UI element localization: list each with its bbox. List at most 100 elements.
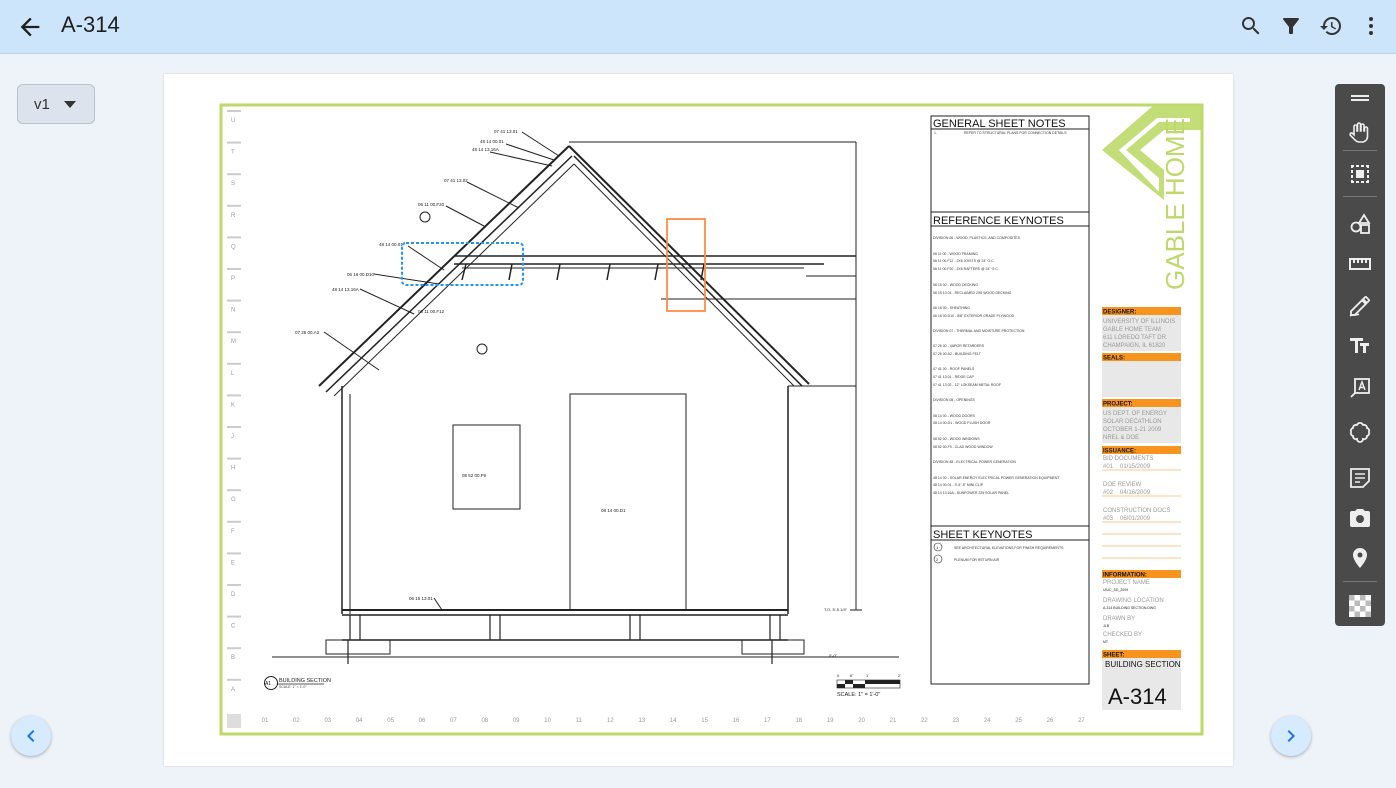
row-label: F — [231, 529, 235, 535]
row-label: R — [231, 213, 236, 219]
drag-handle-icon[interactable] — [1348, 86, 1372, 110]
row-tick — [227, 362, 241, 365]
next-page-button[interactable] — [1271, 716, 1311, 756]
row-label: N — [231, 308, 235, 314]
keynote-item: 06 16 00.D10 - 5/8" EXTERIOR GRADE PLYWO… — [933, 314, 1015, 318]
col-label: 05 — [387, 718, 394, 724]
drawing-canvas: UTSRQPNMLKJHGFEDCBA 01 02 03 04 05 06 07 08 09 10… — [219, 103, 1204, 736]
version-select[interactable]: v1 — [17, 84, 95, 124]
row-label: P — [231, 276, 235, 282]
row-ruler: U T S R Q P N M L K J H G F E D C B A — [227, 110, 241, 693]
row-tick — [227, 331, 241, 334]
row-tick — [227, 489, 241, 492]
keynote-item: 07 41 13.01 - RIDGE CAP — [933, 375, 975, 379]
project-line-2: SOLAR DECATHLON — [1103, 419, 1162, 425]
pen-icon[interactable] — [1348, 294, 1372, 318]
callout-label: 48 14 13.16A — [472, 147, 499, 152]
row-label: B — [231, 655, 235, 661]
text-icon[interactable] — [1348, 334, 1372, 358]
scale-tick-0: 0 — [837, 673, 840, 678]
designer-line-4: CHAMPAIGN, IL 61820 — [1103, 343, 1166, 349]
keynote-list: DIVISION 06 - WOOD, PLASTICS, AND COMPOS… — [933, 236, 1060, 495]
keynote-item: 08 14 00.D1 - WOOD FLUSH DOOR — [933, 421, 991, 425]
project-line-3: OCTOBER 1-21 2009 — [1103, 427, 1162, 433]
issuance-2-num: #02 — [1103, 490, 1114, 496]
pan-hand-icon[interactable] — [1348, 120, 1372, 144]
row-label: T — [231, 150, 235, 156]
project-line-4: NREL & DOE — [1103, 435, 1139, 441]
callout-labels: 07 41 13.01 48 14 00.01 48 14 13.16A 07 41 … — [295, 129, 518, 335]
section-title: BUILDING SECTION — [279, 678, 331, 684]
designer-line-2: GABLE HOME TEAM — [1103, 327, 1161, 333]
keynote-item: DIVISION 08 - OPENINGS — [933, 398, 975, 402]
row-label: A — [231, 687, 235, 693]
general-note-number: 1. — [934, 131, 937, 135]
row-tick — [227, 299, 241, 302]
issuance-1-date: 01/15/2009 — [1120, 464, 1151, 470]
keynote-item: 08 14 00 - WOOD DOORS — [933, 414, 975, 418]
filter-icon[interactable] — [1279, 14, 1303, 38]
general-notes-title: GENERAL SHEET NOTES — [933, 118, 1066, 130]
designer-label: DESIGNER: — [1103, 310, 1136, 316]
camera-icon[interactable] — [1348, 506, 1372, 530]
sheet-keynote-2: PLENUM FOR RETURN AIR — [954, 558, 1000, 562]
issuance-3-name: CONSTRUCTION DOCS — [1103, 508, 1170, 514]
keynote-item: 07 26 00 - VAPOR RETARDERS — [933, 344, 985, 348]
col-label: 14 — [670, 718, 677, 724]
back-arrow-icon[interactable] — [16, 13, 44, 41]
keynote-item: 06 16 00 - SHEATHING — [933, 306, 970, 310]
previous-page-button[interactable] — [11, 716, 51, 756]
callout-label: 06 11 00.F12 — [418, 309, 445, 314]
note-icon[interactable] — [1348, 466, 1372, 490]
col-label: 20 — [858, 718, 865, 724]
keynote-item: 07 41 00 - ROOF PANELS — [933, 367, 975, 371]
keynote-item: DIVISION 48 - ELECTRICAL POWER GENERATIO… — [933, 460, 1016, 464]
keynote-item: 06 15 13.01 - RECLAIMED 2X6 WOOD DECKING — [933, 291, 1012, 295]
col-label: 24 — [984, 718, 991, 724]
search-icon[interactable] — [1239, 14, 1263, 38]
scale-tick-2: 1' — [866, 673, 869, 678]
row-tick — [227, 615, 241, 618]
more-vert-icon[interactable] — [1359, 14, 1383, 38]
select-area-icon[interactable] — [1348, 162, 1372, 186]
row-label: U — [231, 118, 235, 124]
rectangle-markup[interactable] — [666, 218, 706, 312]
transparency-icon[interactable] — [1348, 594, 1372, 618]
keynote-item: 07 26 00.A2 - BUILDING FELT — [933, 352, 982, 356]
info-project-name-label: PROJECT NAME — [1103, 580, 1150, 586]
shapes-icon[interactable] — [1348, 212, 1372, 236]
row-tick — [227, 552, 241, 555]
info-checked-by: MT — [1103, 640, 1109, 644]
row-tick — [227, 678, 241, 681]
sheet-keynote-number-2: 2 — [936, 557, 939, 562]
col-ruler: 01 02 03 04 05 06 07 08 09 10 11 12 13 14 15 16 17 18 19 20… — [262, 718, 1086, 724]
row-tick — [227, 584, 241, 586]
col-label: 19 — [827, 718, 834, 724]
callout-label: 48 14 00.01 — [379, 242, 403, 247]
info-drawing-location-label: DRAWING LOCATION — [1103, 598, 1164, 604]
issuance-2-date: 04/16/2009 — [1120, 490, 1151, 496]
scale-bar: 0 6" 1' 2' SCALE: 1" = 1'-0" — [836, 673, 901, 698]
page-title: A-314 — [61, 12, 120, 37]
info-drawn-by-label: DRAWN BY — [1103, 616, 1135, 622]
history-icon[interactable] — [1319, 14, 1343, 38]
project-label: PROJECT: — [1103, 402, 1133, 408]
col-label: 17 — [764, 718, 771, 724]
keynote-item: 48 14 00.01 - 3'-5"-5" MINI CLIP — [933, 483, 984, 487]
callout-label: 48 14 13.16A — [332, 287, 359, 292]
row-label: Q — [231, 244, 236, 250]
cloud-icon[interactable] — [1348, 420, 1372, 444]
location-pin-icon[interactable] — [1348, 546, 1372, 570]
info-checked-by-label: CHECKED BY — [1103, 632, 1142, 638]
row-label: C — [231, 624, 236, 630]
col-label: 21 — [890, 718, 897, 724]
info-project-name: UIUC_SD_2009 — [1103, 588, 1128, 592]
issuance-1-name: BID DOCUMENTS — [1103, 456, 1153, 462]
issuance-1-num: #01 — [1103, 464, 1114, 470]
sheet-number: A-314 — [1108, 684, 1167, 709]
callout-text-icon[interactable] — [1348, 376, 1372, 400]
scale-bar-label: SCALE: 1" = 1'-0" — [837, 692, 880, 698]
keynote-item: 06 15 00 - WOOD DECKING — [933, 283, 978, 287]
ruler-icon[interactable] — [1348, 252, 1372, 276]
drawing-sheet[interactable]: UTSRQPNMLKJHGFEDCBA 01 02 03 04 05 06 07 08 09 10… — [164, 74, 1233, 766]
